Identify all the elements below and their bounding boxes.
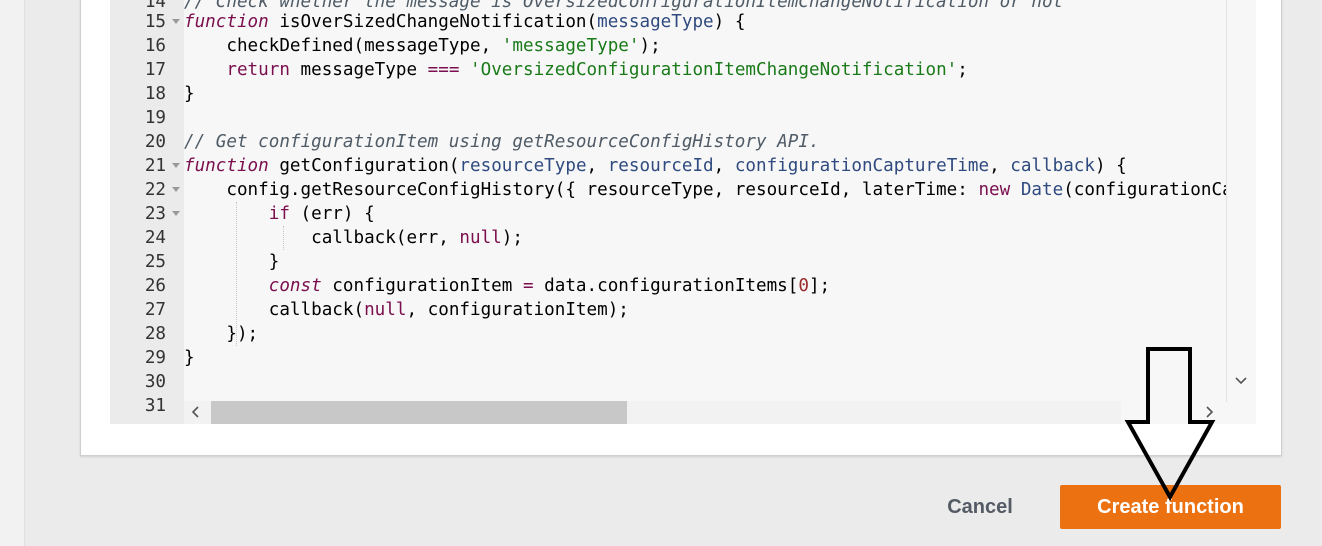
code-token: ]; (808, 276, 831, 296)
code-token: ); (501, 228, 523, 248)
code-token: checkDefined(messageType, (184, 36, 502, 56)
code-token: (configurationCaptureTime), limit: 1 }, … (1063, 180, 1231, 200)
code-token: === (427, 60, 460, 80)
chevron-down-icon[interactable] (1235, 376, 1247, 386)
code-token: null (459, 228, 502, 248)
code-token: configurationItem (321, 276, 523, 296)
code-token: config.getResourceConfigHistory({ resour… (184, 180, 979, 200)
code-token: messageType (597, 12, 714, 32)
fold-arrow-icon[interactable] (172, 19, 180, 24)
line-number: 24 (144, 228, 166, 248)
line-number: 15 (144, 12, 166, 32)
code-line-28: }); (184, 324, 259, 344)
code-line-21: function getConfiguration(resourceType, … (184, 154, 1127, 178)
code-token: , configurationItem); (406, 300, 629, 320)
fold-arrow-icon[interactable] (172, 211, 180, 216)
code-line-20: // Get configurationItem using getResour… (184, 132, 820, 152)
code-token: ) { (713, 12, 746, 32)
code-line-29: } (184, 348, 195, 368)
line-number: 28 (144, 324, 166, 344)
fold-arrow-icon[interactable] (172, 187, 180, 192)
code-token: callback(err, (184, 228, 460, 248)
chevron-left-icon[interactable] (191, 406, 201, 418)
code-token: resourceType (459, 156, 587, 176)
code-text-area[interactable]: // Check whether the message is Oversize… (184, 0, 1231, 402)
line-number: 27 (144, 300, 166, 320)
line-number: 18 (144, 84, 166, 104)
vertical-scrollbar[interactable] (1226, 0, 1256, 402)
code-token: 'messageType' (501, 36, 640, 56)
code-token: , (989, 156, 1011, 176)
code-token: (err) { (289, 204, 375, 224)
code-editor[interactable]: 14 15 16 17 18 19 20 21 22 23 24 25 26 2… (110, 0, 1256, 424)
cancel-button[interactable]: Cancel (930, 485, 1030, 529)
code-token: getConfiguration( (268, 156, 460, 176)
code-token: null (364, 300, 407, 320)
code-token: resourceId (607, 156, 714, 176)
code-token: function (184, 156, 269, 176)
line-number: 23 (144, 204, 166, 224)
code-token: return (184, 60, 290, 80)
chevron-right-icon[interactable] (1204, 406, 1214, 418)
line-number: 17 (144, 60, 166, 80)
code-line-23: if (err) { (184, 202, 375, 226)
code-token: 'OversizedConfigurationItemChangeNotific… (470, 60, 958, 80)
code-line-17: return messageType === 'OversizedConfigu… (184, 58, 968, 82)
code-token: callback( (184, 300, 365, 320)
code-token: new (978, 180, 1011, 200)
code-line-26: const configurationItem = data.configura… (184, 274, 830, 298)
code-token: data.configurationItems[ (533, 276, 799, 296)
line-number: 16 (144, 36, 166, 56)
code-token: if (184, 204, 290, 224)
code-line-16: checkDefined(messageType, 'messageType')… (184, 34, 661, 58)
code-token: ; (957, 60, 968, 80)
line-number-gutter: 14 15 16 17 18 19 20 21 22 23 24 25 26 2… (110, 0, 184, 424)
code-token: function (184, 12, 269, 32)
code-line-24: callback(err, null); (184, 226, 523, 250)
line-number: 21 (144, 156, 166, 176)
code-token: , (586, 156, 608, 176)
line-number: 29 (144, 348, 166, 368)
line-number: 19 (144, 108, 166, 128)
code-token: callback (1010, 156, 1095, 176)
left-margin-strip (0, 0, 25, 546)
code-token: , (713, 156, 735, 176)
create-function-button[interactable]: Create function (1060, 485, 1281, 529)
line-number: 20 (144, 132, 166, 152)
code-line-22: config.getResourceConfigHistory({ resour… (184, 178, 1231, 202)
code-token: 0 (798, 276, 809, 296)
line-number: 25 (144, 252, 166, 272)
horizontal-scrollbar[interactable] (184, 401, 1214, 424)
horizontal-scroll-thumb[interactable] (211, 401, 627, 424)
code-line-27: callback(null, configurationItem); (184, 298, 629, 322)
code-line-25: } (184, 252, 280, 272)
code-token: configurationCaptureTime (734, 156, 990, 176)
fold-arrow-icon[interactable] (172, 163, 180, 168)
code-line-15: function isOverSizedChangeNotification(m… (184, 10, 745, 34)
line-number: 30 (144, 372, 166, 392)
code-token: = (522, 276, 534, 296)
code-token: Date (1020, 180, 1064, 200)
line-number: 26 (144, 276, 166, 296)
code-token: const (184, 276, 322, 296)
code-token: ) { (1095, 156, 1127, 176)
line-number: 22 (144, 180, 166, 200)
line-number: 31 (144, 396, 166, 416)
code-token: messageType (289, 60, 428, 80)
code-line-18: } (184, 84, 195, 104)
code-token: isOverSizedChangeNotification( (268, 12, 598, 32)
code-token: ); (639, 36, 661, 56)
